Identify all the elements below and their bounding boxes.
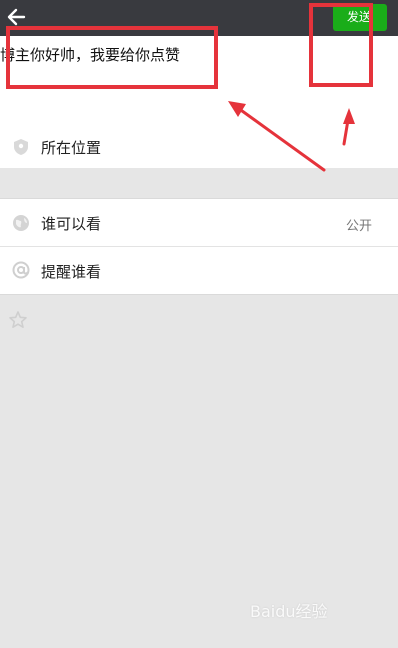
visibility-globe-icon — [13, 215, 29, 231]
settings-group: 谁可以看 公开 提醒谁看 — [0, 198, 398, 295]
back-button[interactable] — [4, 4, 30, 30]
visibility-value: 公开 — [345, 219, 372, 234]
location-pin-icon — [14, 139, 28, 155]
arrow-left-icon — [7, 8, 26, 26]
location-label: 所在位置 — [41, 139, 102, 157]
post-text-input[interactable]: 博主你好帅，我要给你点赞 — [0, 45, 230, 65]
location-row[interactable]: 所在位置 — [0, 126, 398, 168]
baidu-watermark: Baidu经验 — [250, 602, 328, 621]
compose-panel: 博主你好帅，我要给你点赞 所在位置 — [0, 36, 398, 168]
visibility-label: 谁可以看 — [41, 215, 102, 233]
mention-row[interactable]: 提醒谁看 — [0, 247, 398, 295]
star-icon[interactable] — [8, 310, 28, 330]
send-button[interactable]: 发送 — [333, 4, 387, 31]
top-bar: 发送 — [0, 0, 398, 36]
mention-label: 提醒谁看 — [41, 263, 102, 281]
at-sign-icon — [12, 261, 30, 279]
visibility-row[interactable]: 谁可以看 公开 — [0, 199, 398, 247]
